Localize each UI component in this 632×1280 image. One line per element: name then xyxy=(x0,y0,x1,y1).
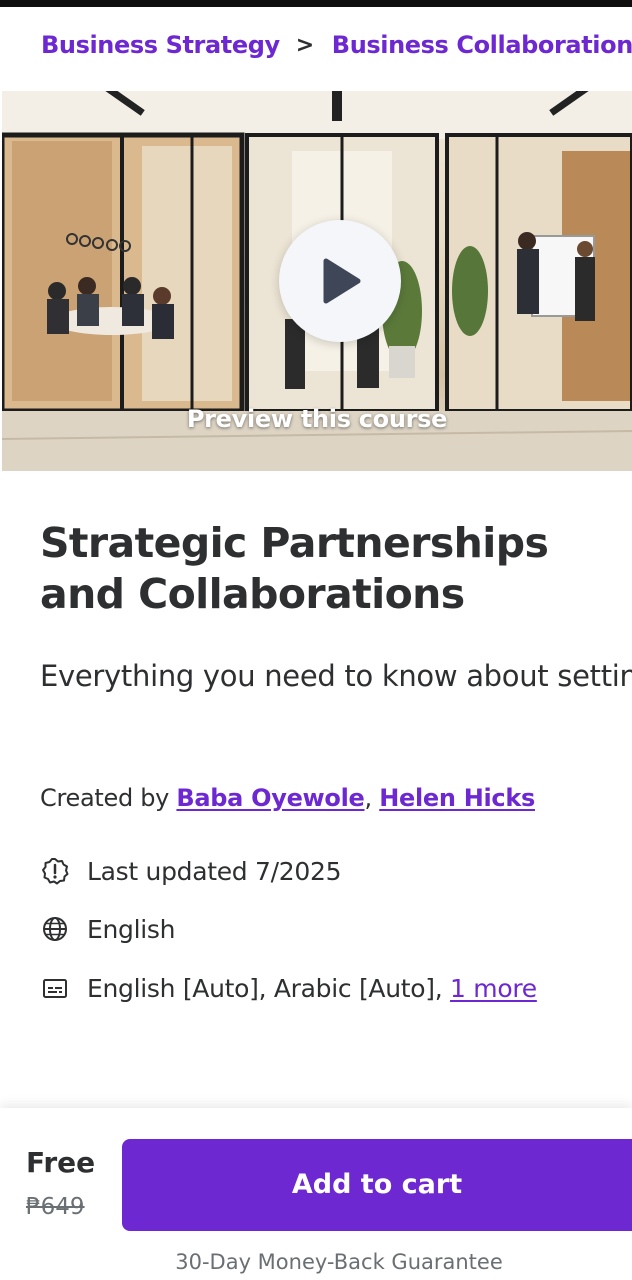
course-preview[interactable]: Preview this course xyxy=(2,91,632,471)
captions-text: English [Auto], Arabic [Auto], xyxy=(87,973,443,1003)
last-updated-row: Last updated 7/2025 xyxy=(40,856,341,886)
breadcrumb-item-business-collaboration[interactable]: Business Collaboration xyxy=(332,31,632,59)
preview-label: Preview this course xyxy=(186,405,448,433)
breadcrumb-item-business-strategy[interactable]: Business Strategy xyxy=(41,31,280,59)
created-by-label: Created by xyxy=(40,784,170,812)
play-button[interactable] xyxy=(279,220,401,342)
course-title: Strategic Partnerships and Collaboration… xyxy=(40,519,549,618)
add-to-cart-button[interactable]: Add to cart xyxy=(122,1139,632,1231)
author-separator: , xyxy=(364,784,373,812)
captions-more-link[interactable]: 1 more xyxy=(450,974,537,1003)
course-subtitle: Everything you need to know about settin… xyxy=(40,659,632,693)
money-back-guarantee: 30-Day Money-Back Guarantee xyxy=(175,1250,503,1274)
purchase-footer: Free ₱649 Add to cart 30-Day Money-Back … xyxy=(0,1108,632,1280)
breadcrumb: Business Strategy > Business Collaborati… xyxy=(41,28,632,62)
captions-row: English [Auto], Arabic [Auto], 1 more xyxy=(40,973,537,1003)
author-link[interactable]: Helen Hicks xyxy=(379,784,535,812)
current-price: Free xyxy=(26,1146,96,1179)
closed-captions-icon xyxy=(43,979,67,998)
original-price: ₱649 xyxy=(26,1194,85,1220)
last-updated-text: Last updated 7/2025 xyxy=(87,856,342,886)
chevron-right-icon: > xyxy=(295,32,314,58)
language-text: English xyxy=(87,914,176,944)
status-bar-edge xyxy=(0,0,632,7)
author-link[interactable]: Baba Oyewole xyxy=(176,784,364,812)
created-by: Created by Baba Oyewole, Helen Hicks xyxy=(40,784,535,812)
alert-badge-icon xyxy=(42,858,69,885)
play-icon xyxy=(323,258,361,304)
language-row: English xyxy=(40,914,175,944)
globe-icon xyxy=(43,917,67,941)
